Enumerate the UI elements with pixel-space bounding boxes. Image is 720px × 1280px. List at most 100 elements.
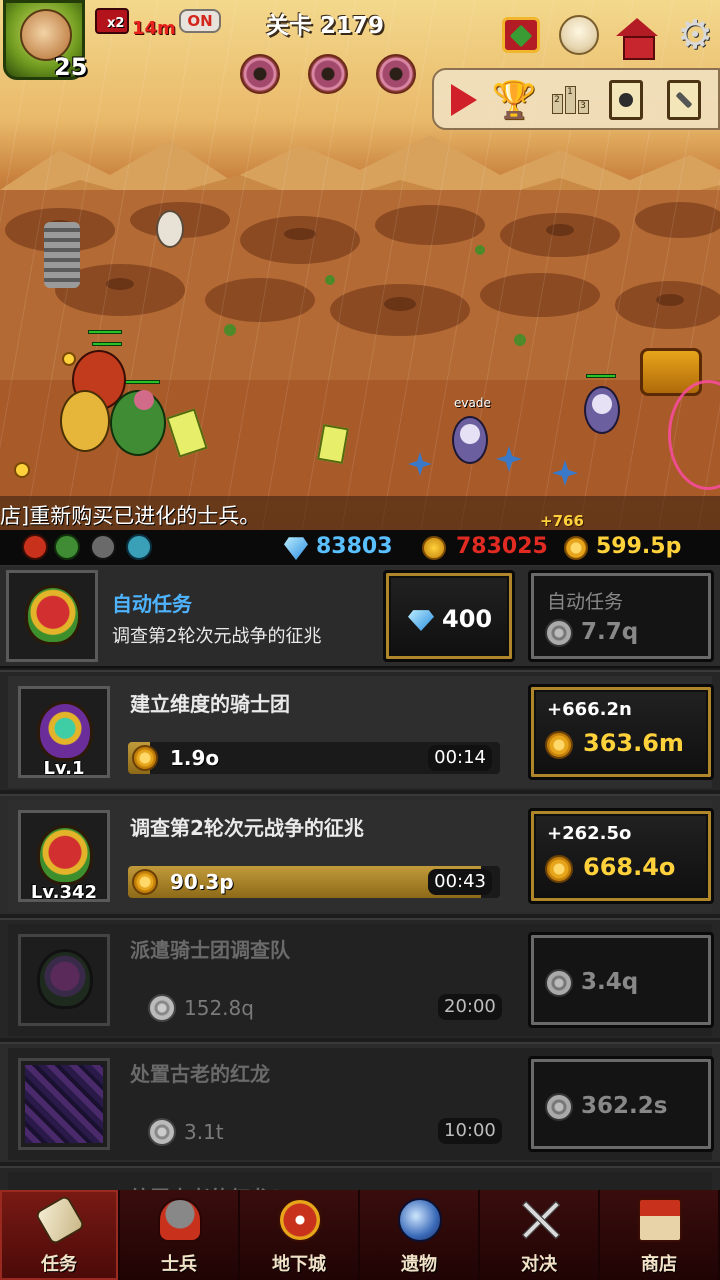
quest-row: Lv.342 调查第2轮次元战争的征兆 90.3p 00:43 +262.5o …	[0, 794, 720, 914]
quest-row: Lv.1 建立维度的骑士团 1.9o 00:14 +666.2n 363.6m	[0, 670, 720, 790]
auto-quest-gem-button[interactable]: 400	[383, 570, 515, 662]
quest-upgrade-gain: +262.5o	[547, 823, 632, 844]
sword-book-icon[interactable]	[662, 78, 706, 122]
quest-progress-bar: 1.9o 00:14	[128, 742, 500, 774]
quest-unlock-button[interactable]: 3.4q	[528, 932, 714, 1028]
quest-reward: 90.3p	[170, 870, 234, 894]
quest-progress-bar: 90.3p 00:43	[128, 866, 500, 898]
trophy-icon[interactable]: 🏆	[492, 78, 537, 122]
gem-icon	[408, 610, 434, 631]
ranking-podium-icon[interactable]: 213	[548, 78, 592, 122]
quest-row-locked: 处置古老的红龙 3.1t 10:00 362.2s	[0, 1042, 720, 1162]
dungeon-icon	[278, 1198, 322, 1242]
donut-buff-icon[interactable]	[376, 54, 416, 94]
player-army	[50, 330, 170, 470]
hero-level: 25	[54, 53, 88, 81]
crossed-swords-icon	[518, 1198, 562, 1242]
nav-tab-relics[interactable]: 遗物	[360, 1190, 480, 1280]
quest-portrait	[18, 1058, 110, 1150]
bottom-navigation: 任务 士兵 地下城 遗物 对决 商店	[0, 1190, 720, 1280]
auto-quest-row: 自动任务 调查第2轮次元战争的征兆 400 自动任务 7.7q	[0, 566, 720, 668]
gold-coin-icon	[545, 731, 573, 759]
nav-tab-soldiers[interactable]: 士兵	[120, 1190, 240, 1280]
quest-portrait	[18, 934, 110, 1026]
speed-multiplier: x2	[107, 16, 125, 31]
spiked-totem	[44, 222, 80, 288]
quest-upgrade-button[interactable]: +666.2n 363.6m	[528, 684, 714, 780]
gold-coin-icon	[564, 536, 588, 560]
quest-upgrade-button[interactable]: +262.5o 668.4o	[528, 808, 714, 904]
ghost-enemy	[580, 374, 624, 436]
hero-avatar[interactable]: 25	[3, 0, 88, 81]
quest-reward: 1.9o	[170, 746, 220, 770]
red-dragon-icon	[25, 1065, 103, 1143]
quest-name: 建立维度的骑士团	[130, 692, 290, 716]
medal-icon	[422, 536, 446, 560]
quest-portrait	[6, 570, 98, 662]
notification-text: 店]重新购买已进化的士兵。	[0, 504, 261, 528]
nav-label: 士兵	[161, 1254, 197, 1275]
quest-unlock-button[interactable]: 362.2s	[528, 1056, 714, 1152]
quest-portrait: Lv.342	[18, 810, 110, 903]
evade-popup: evade	[454, 396, 491, 410]
quest-row-locked: 派遣骑士团调查队 152.8q 20:00 3.4q	[0, 918, 720, 1038]
quest-unlock-cost: 3.4q	[581, 969, 639, 995]
nav-tab-quests[interactable]: 任务	[0, 1190, 120, 1280]
side-menu-panel: 🏆 213	[432, 68, 720, 130]
quest-row-locked: 处置古老的红龙2	[0, 1166, 720, 1190]
quest-name: 调查第2轮次元战争的征兆	[130, 816, 364, 840]
auto-quest-title: 自动任务	[112, 592, 192, 616]
quest-emblem-icon	[37, 701, 93, 761]
quest-emblem-icon	[37, 949, 93, 1009]
hero-mini-icon[interactable]	[54, 534, 80, 560]
nav-tab-shop[interactable]: 商店	[600, 1190, 720, 1280]
auto-quest-gold-button[interactable]: 自动任务 7.7q	[528, 570, 714, 662]
quest-name: 处置古老的红龙2	[130, 1182, 284, 1190]
angel-icon[interactable]	[556, 12, 602, 58]
quest-list[interactable]: 自动任务 调查第2轮次元战争的征兆 400 自动任务 7.7q Lv.1 建立维…	[0, 566, 720, 1190]
silver-coin-icon	[545, 1093, 573, 1121]
hero-mini-icon[interactable]	[90, 534, 116, 560]
donut-buff-icon[interactable]	[240, 54, 280, 94]
silver-coin-icon	[545, 619, 573, 647]
nav-label: 商店	[641, 1254, 677, 1275]
stage-title: 关卡 2179	[265, 13, 385, 39]
helmet-book-icon[interactable]	[604, 78, 648, 122]
quest-level: Lv.342	[30, 882, 98, 903]
silver-coin-icon	[148, 1118, 176, 1146]
gem-count: 83803	[316, 534, 393, 559]
nav-tab-dungeon[interactable]: 地下城	[240, 1190, 360, 1280]
gold-coin-icon	[132, 745, 158, 771]
hero-mini-icon[interactable]	[22, 534, 48, 560]
guild-flag-icon[interactable]	[498, 12, 544, 58]
hero-mini-icon[interactable]	[126, 534, 152, 560]
quest-reward: 3.1t	[184, 1120, 224, 1144]
nav-tab-duel[interactable]: 对决	[480, 1190, 600, 1280]
quest-upgrade-gain: +666.2n	[547, 699, 632, 720]
quest-level: Lv.1	[43, 758, 85, 779]
reindeer-enemy	[150, 200, 190, 252]
gold-coin-icon	[132, 869, 158, 895]
quest-timer: 10:00	[438, 1118, 502, 1144]
speed-toggle-button[interactable]: ON	[179, 9, 221, 33]
quest-upgrade-cost: 668.4o	[583, 853, 676, 881]
damage-popup: +766	[540, 512, 584, 530]
dropped-coin-icon	[62, 352, 76, 366]
quest-portrait: Lv.1	[18, 686, 110, 779]
quest-emblem-icon	[37, 825, 93, 885]
home-icon[interactable]	[614, 12, 660, 60]
relic-icon	[398, 1198, 442, 1242]
quest-reward: 152.8q	[184, 996, 254, 1020]
donut-buff-icon[interactable]	[308, 54, 348, 94]
silver-coin-icon	[545, 969, 573, 997]
speed-boost-icon[interactable]: x2	[95, 8, 129, 34]
auto-quest-alt-cost: 7.7q	[581, 619, 639, 645]
quest-timer: 00:43	[428, 869, 492, 895]
auto-quest-subtitle: 调查第2轮次元战争的征兆	[112, 626, 322, 647]
shop-icon	[638, 1198, 682, 1242]
gear-icon[interactable]: ⚙	[672, 12, 718, 58]
play-icon[interactable]	[442, 78, 486, 122]
nav-label: 遗物	[401, 1254, 437, 1275]
quest-name: 派遣骑士团调查队	[130, 938, 290, 962]
silver-coin-icon	[148, 994, 176, 1022]
